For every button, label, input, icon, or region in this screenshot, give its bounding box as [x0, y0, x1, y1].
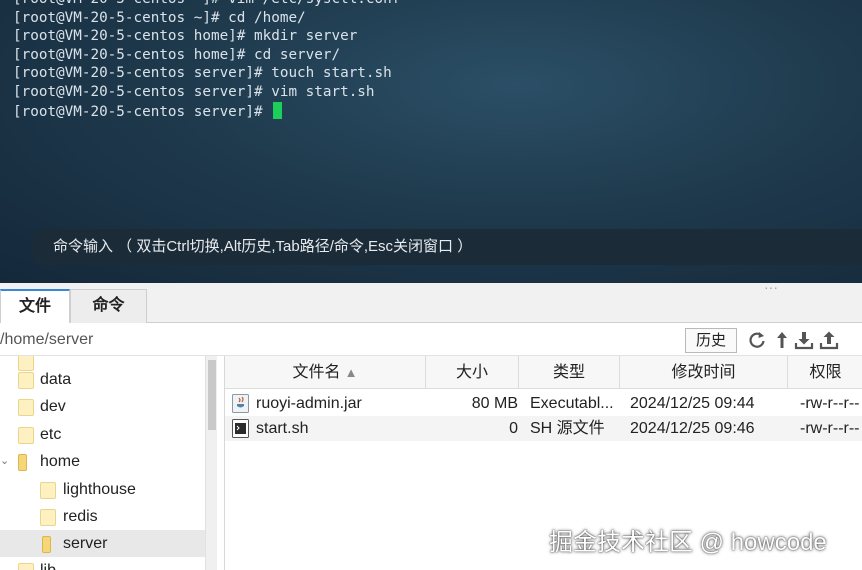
tree-scrollbar[interactable] [205, 356, 217, 570]
file-size: 0 [509, 420, 518, 437]
refresh-icon[interactable] [747, 330, 767, 350]
tree-item-label: data [40, 371, 72, 388]
column-header-label: 文件名 [292, 364, 341, 381]
terminal-line: [root@VM-20-5-centos ~]# cd /home/ [13, 9, 306, 26]
file-type: Executabl... [530, 395, 614, 412]
command-input-bar[interactable]: 命令输入 （ 双击Ctrl切换,Alt历史,Tab路径/命令,Esc关闭窗口 ） [33, 229, 862, 265]
tree-item-label: dev [40, 398, 66, 415]
terminal-prompt-line[interactable]: [root@VM-20-5-centos server]# [13, 101, 400, 122]
tab-commands[interactable]: 命令 [70, 289, 147, 323]
terminal-line: [root@VM-20-5-centos home]# mkdir server [13, 28, 358, 45]
tree-item-data[interactable]: data [0, 366, 205, 393]
upload-icon[interactable] [819, 330, 839, 350]
terminal-cursor [273, 101, 283, 119]
up-icon[interactable] [772, 330, 792, 350]
terminal-line: [root@VM-20-5-centos server]# vim start.… [13, 83, 375, 100]
file-size: 80 MB [471, 395, 518, 412]
folder-icon [18, 427, 34, 444]
script-file-icon [232, 419, 249, 438]
tree-item-server[interactable]: server [0, 530, 205, 557]
resize-grip-icon[interactable]: ··· [764, 280, 778, 294]
file-name: ruoyi-admin.jar [256, 395, 362, 412]
command-input-hint: 命令输入 （ 双击Ctrl切换,Alt历史,Tab路径/命令,Esc关闭窗口 ） [53, 238, 473, 255]
jar-file-icon [232, 394, 249, 413]
open-folder-icon [18, 454, 27, 471]
tree-item-label: lighthouse [63, 481, 136, 498]
watermark: 掘金技术社区 @ howcode [549, 529, 827, 556]
terminal-line: [root@VM-20-5-centos home]# cd server/ [13, 46, 341, 63]
bottom-tabbar: ··· 文件 命令 [0, 280, 862, 324]
file-type: SH 源文件 [530, 420, 605, 437]
file-mtime: 2024/12/25 09:46 [630, 420, 755, 437]
file-name: start.sh [256, 420, 309, 437]
folder-icon [18, 399, 34, 416]
column-header-type[interactable]: 类型 [519, 356, 620, 389]
tree-item-redis[interactable]: redis [0, 503, 205, 530]
expanded-chevron-icon[interactable]: ⌄ [0, 448, 9, 475]
folder-icon [18, 563, 34, 570]
tree-scrollbar-thumb[interactable] [208, 360, 216, 430]
open-folder-icon [42, 536, 51, 553]
path-bar: 历史 [0, 323, 862, 356]
tree-item-label: etc [40, 426, 62, 443]
terminal-line: [root@VM-20-5-centos ~]# vim /etc/sysctl… [13, 0, 400, 9]
folder-icon [18, 372, 34, 389]
tree-item-label: server [63, 535, 108, 552]
tree-item-dev[interactable]: dev [0, 393, 205, 420]
tree-item-lighthouse[interactable]: lighthouse [0, 476, 205, 503]
sort-ascending-icon: ▲ [344, 365, 358, 380]
tree-item-label: lib [40, 557, 56, 570]
column-header-name[interactable]: 文件名 ▲ [225, 356, 426, 389]
file-list-header: 文件名 ▲ 大小 类型 修改时间 权限 [225, 356, 862, 389]
tree-item-home[interactable]: ⌄ home [0, 448, 205, 475]
file-row[interactable]: start.sh 0 SH 源文件 2024/12/25 09:46 -rw-r… [225, 416, 862, 441]
column-header-size[interactable]: 大小 [426, 356, 519, 389]
path-input[interactable] [0, 329, 680, 351]
folder-icon [40, 482, 56, 499]
tree-item-lib[interactable]: lib [0, 557, 205, 570]
terminal-panel[interactable]: [root@VM-20-5-centos ~]# vim /etc/sysctl… [0, 0, 862, 283]
terminal-line: [root@VM-20-5-centos server]# touch star… [13, 65, 392, 82]
file-mtime: 2024/12/25 09:44 [630, 395, 755, 412]
tab-files[interactable]: 文件 [0, 289, 70, 324]
tree-item-etc[interactable]: etc [0, 421, 205, 448]
directory-tree[interactable]: data dev etc ⌄ home lighthouse redis ser… [0, 356, 205, 570]
history-button[interactable]: 历史 [685, 328, 737, 353]
terminal-prompt: [root@VM-20-5-centos server]# [13, 103, 272, 120]
terminal-output: [root@VM-20-5-centos ~]# vim /etc/sysctl… [13, 0, 400, 121]
file-row[interactable]: ruoyi-admin.jar 80 MB Executabl... 2024/… [225, 391, 862, 416]
column-header-permissions[interactable]: 权限 [788, 356, 862, 389]
column-header-mtime[interactable]: 修改时间 [620, 356, 788, 389]
file-permissions: -rw-r--r-- [800, 395, 860, 412]
download-icon[interactable] [794, 330, 814, 350]
folder-icon [40, 509, 56, 526]
file-permissions: -rw-r--r-- [800, 420, 860, 437]
tree-item-label: redis [63, 508, 98, 525]
tree-item-label: home [40, 453, 81, 470]
